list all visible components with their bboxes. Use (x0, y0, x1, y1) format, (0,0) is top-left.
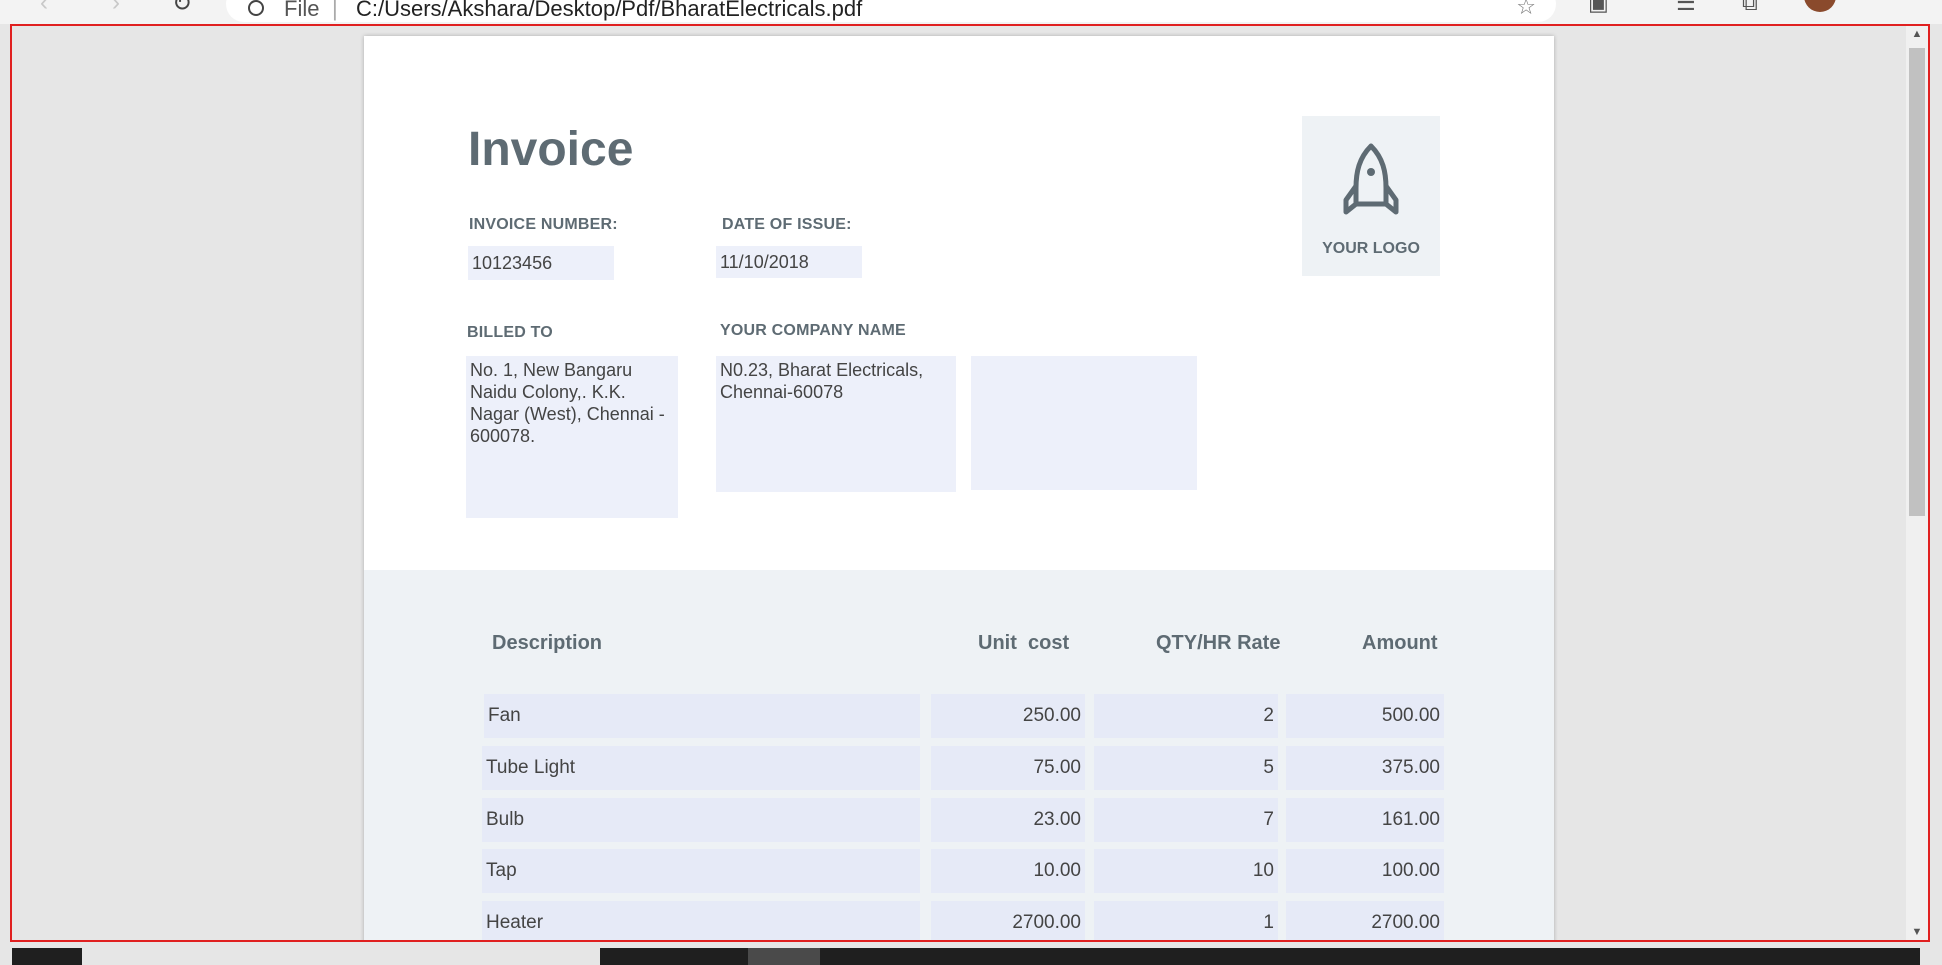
invoice-number-label: INVOICE NUMBER: (469, 216, 618, 233)
billed-to-label: BILLED TO (467, 324, 553, 341)
date-of-issue-label: DATE OF ISSUE: (722, 216, 852, 233)
back-icon[interactable]: ‹ (40, 0, 48, 17)
taskbar-segment (12, 948, 82, 965)
item-unit-cost[interactable]: 10.00 (931, 849, 1085, 893)
company-address-field[interactable]: N0.23, Bharat Electricals, Chennai-60078 (716, 356, 956, 492)
item-amount[interactable]: 500.00 (1286, 694, 1444, 738)
address-url[interactable]: C:/Users/Akshara/Desktop/Pdf/BharatElect… (356, 0, 862, 22)
item-description[interactable]: Fan (484, 694, 920, 738)
company-extra-field[interactable] (971, 356, 1197, 490)
logo-text: YOUR LOGO (1322, 240, 1420, 257)
invoice-page: Invoice INVOICE NUMBER: 10123456 DATE OF… (364, 36, 1554, 940)
item-description[interactable]: Tap (482, 849, 920, 893)
taskbar-strip (0, 942, 1942, 965)
taskbar-button[interactable] (748, 948, 820, 965)
vertical-scrollbar[interactable]: ▲ ▼ (1906, 26, 1928, 940)
item-qty[interactable]: 2 (1094, 694, 1278, 738)
item-unit-cost[interactable]: 2700.00 (931, 901, 1085, 940)
item-unit-cost[interactable]: 75.00 (931, 746, 1085, 790)
scroll-down-icon[interactable]: ▼ (1906, 926, 1928, 938)
favorite-icon[interactable]: ☆ (1516, 0, 1536, 20)
address-scheme-label: File (284, 0, 320, 21)
browser-toolbar: ‹ › ↻ File | C:/Users/Akshara/Desktop/Pd… (0, 0, 1942, 24)
address-bar[interactable]: File | C:/Users/Akshara/Desktop/Pdf/Bhar… (226, 0, 1556, 22)
column-header-description: Description (492, 632, 603, 654)
item-amount[interactable]: 161.00 (1286, 798, 1444, 842)
column-header-amount: Amount (1362, 632, 1438, 654)
rocket-icon (1343, 143, 1399, 215)
read-aloud-icon[interactable]: ▣ (1588, 0, 1609, 16)
collections-icon[interactable]: ⧉ (1742, 0, 1758, 16)
address-separator: | (332, 0, 338, 21)
invoice-number-field[interactable]: 10123456 (468, 246, 614, 280)
item-unit-cost[interactable]: 250.00 (931, 694, 1085, 738)
item-amount[interactable]: 2700.00 (1286, 901, 1444, 940)
billed-to-field[interactable]: No. 1, New Bangaru Naidu Colony,. K.K. N… (466, 356, 678, 518)
item-unit-cost[interactable]: 23.00 (931, 798, 1085, 842)
profile-avatar[interactable] (1804, 0, 1836, 12)
item-qty[interactable]: 1 (1094, 901, 1278, 940)
item-qty[interactable]: 10 (1094, 849, 1278, 893)
logo-placeholder[interactable]: YOUR LOGO (1302, 116, 1440, 276)
favorites-icon[interactable]: ☰ (1676, 0, 1696, 16)
date-of-issue-field[interactable]: 11/10/2018 (716, 246, 862, 278)
column-header-unit-cost: Unit cost (978, 632, 1070, 654)
refresh-icon[interactable]: ↻ (172, 0, 192, 18)
item-description[interactable]: Heater (482, 901, 920, 940)
invoice-title: Invoice (468, 123, 634, 176)
item-description[interactable]: Bulb (482, 798, 920, 842)
pdf-viewer: Invoice INVOICE NUMBER: 10123456 DATE OF… (10, 24, 1930, 942)
column-header-qty: QTY/HR Rate (1156, 632, 1281, 654)
site-info-icon[interactable] (248, 0, 264, 16)
scrollbar-thumb[interactable] (1909, 48, 1925, 516)
company-name-label: YOUR COMPANY NAME (720, 322, 906, 339)
scroll-up-icon[interactable]: ▲ (1906, 28, 1928, 40)
item-amount[interactable]: 100.00 (1286, 849, 1444, 893)
item-description[interactable]: Tube Light (482, 746, 920, 790)
item-amount[interactable]: 375.00 (1286, 746, 1444, 790)
forward-icon[interactable]: › (112, 0, 120, 17)
item-qty[interactable]: 7 (1094, 798, 1278, 842)
item-qty[interactable]: 5 (1094, 746, 1278, 790)
